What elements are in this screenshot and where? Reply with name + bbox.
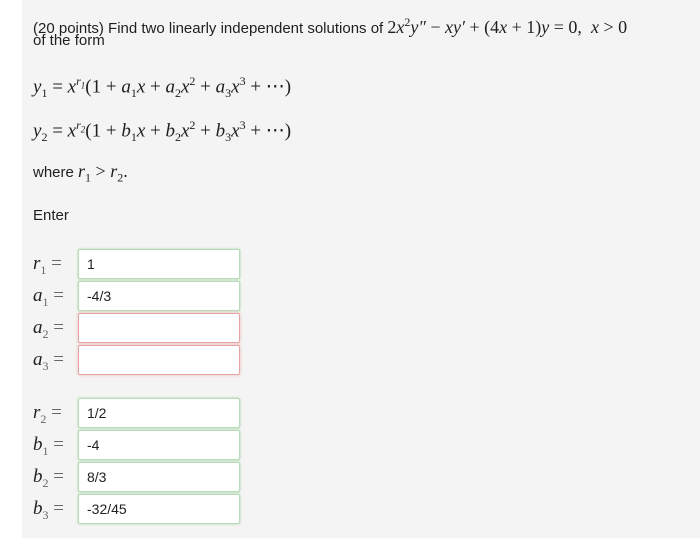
problem-intro: Find two linearly independent solutions … xyxy=(108,20,384,37)
b3-label: b3 = xyxy=(33,498,64,522)
of-the-form-text: of the form xyxy=(33,32,105,49)
a2-input[interactable] xyxy=(78,313,240,343)
problem-statement: (20 points) Find two linearly independen… xyxy=(33,10,693,41)
enter-label: Enter xyxy=(33,207,69,224)
b1-label: b1 = xyxy=(33,434,64,458)
where-condition: where r1 > r2. xyxy=(33,161,128,185)
b3-input[interactable]: -32/45 xyxy=(78,494,240,524)
ode-equation: 2x2y″ − xy′ + (4x + 1)y = 0, x > 0 xyxy=(387,15,628,37)
b1-input[interactable]: -4 xyxy=(78,430,240,460)
a3-label: a3 = xyxy=(33,349,64,373)
y1-form: y1 = xr1(1 + a1x + a2x2 + a3x3 + ⋯) xyxy=(33,74,292,101)
a3-input[interactable] xyxy=(78,345,240,375)
r2-input[interactable]: 1/2 xyxy=(78,398,240,428)
a1-label: a1 = xyxy=(33,285,64,309)
r1-label: r1 = xyxy=(33,253,62,277)
b2-label: b2 = xyxy=(33,466,64,490)
a1-input[interactable]: -4/3 xyxy=(78,281,240,311)
b2-input[interactable]: 8/3 xyxy=(78,462,240,492)
r2-label: r2 = xyxy=(33,402,62,426)
y2-form: y2 = xr2(1 + b1x + b2x2 + b3x3 + ⋯) xyxy=(33,118,292,145)
a2-label: a2 = xyxy=(33,317,64,341)
r1-input[interactable]: 1 xyxy=(78,249,240,279)
